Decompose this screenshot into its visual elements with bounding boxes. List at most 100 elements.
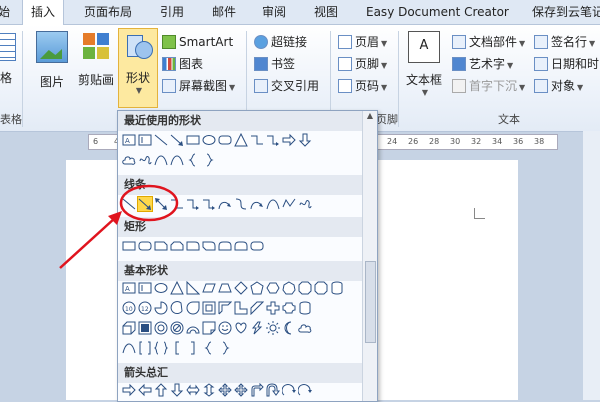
- shape-frame-icon[interactable]: [202, 301, 216, 315]
- shape-can-icon[interactable]: [330, 281, 344, 295]
- shape-quadarrow-icon[interactable]: [234, 383, 248, 397]
- shape-quadarrow-icon[interactable]: [218, 383, 232, 397]
- shape-diamond-icon[interactable]: [234, 281, 248, 295]
- crossref-button[interactable]: 交叉引用: [254, 77, 319, 95]
- shape-rarrow-icon[interactable]: [122, 383, 136, 397]
- shape-trap-icon[interactable]: [218, 281, 232, 295]
- shape-lbracket-icon[interactable]: [170, 341, 184, 355]
- shape-round2-icon[interactable]: [234, 239, 248, 253]
- shape-arrowline-icon[interactable]: [170, 133, 184, 147]
- shape-cross-icon[interactable]: [266, 301, 280, 315]
- shape-nosym-icon[interactable]: [170, 321, 184, 335]
- shape-diag-icon[interactable]: [250, 301, 264, 315]
- shape-heart-icon[interactable]: [234, 321, 248, 335]
- shape-bracel-icon[interactable]: [186, 153, 200, 167]
- pagenum-button[interactable]: 页码 ▼: [338, 77, 387, 95]
- shape-textbox-icon[interactable]: A: [122, 133, 136, 147]
- shape-darrow-icon[interactable]: [170, 383, 184, 397]
- shape-elbow-icon[interactable]: [250, 133, 264, 147]
- shape-arrowline-icon[interactable]: [137, 196, 153, 212]
- shape-fold-icon[interactable]: [202, 321, 216, 335]
- shape-moon-icon[interactable]: [282, 321, 296, 335]
- shape-line-icon[interactable]: [154, 133, 168, 147]
- shape-bracel-icon[interactable]: [202, 341, 216, 355]
- docparts-button[interactable]: 文档部件 ▼: [452, 33, 525, 51]
- shape-rrect-icon[interactable]: [138, 239, 152, 253]
- shape-textbox-icon[interactable]: A: [122, 281, 136, 295]
- shape-scurve-icon[interactable]: [234, 197, 248, 211]
- clipart-button[interactable]: 剪贴画: [76, 31, 116, 87]
- shape-vtext-icon[interactable]: [138, 281, 152, 295]
- shape-num12-icon[interactable]: 12: [138, 301, 152, 315]
- shape-larrow-icon[interactable]: [138, 383, 152, 397]
- shape-round1-icon[interactable]: [186, 239, 200, 253]
- shape-elbowarrow-icon[interactable]: [186, 197, 200, 211]
- shape-num10-icon[interactable]: 10: [122, 301, 136, 315]
- shape-bevel-icon[interactable]: [138, 321, 152, 335]
- shape-scribble-icon[interactable]: [298, 197, 312, 211]
- dropcap-button[interactable]: 首字下沉 ▼: [452, 77, 525, 95]
- shape-curve-icon[interactable]: [170, 153, 184, 167]
- shape-rect-icon[interactable]: [186, 133, 200, 147]
- shape-elbowarrow-icon[interactable]: [266, 133, 280, 147]
- tab-page-layout[interactable]: 页面布局: [84, 0, 132, 24]
- shape-elbow-icon[interactable]: [170, 197, 184, 211]
- shape-rrect-icon[interactable]: [250, 239, 264, 253]
- shape-uarrow-icon[interactable]: [154, 383, 168, 397]
- shape-bracer-icon[interactable]: [202, 153, 216, 167]
- shape-udarrow-icon[interactable]: [202, 383, 216, 397]
- smartart-button[interactable]: SmartArt: [162, 33, 233, 51]
- shape-tri-icon[interactable]: [170, 281, 184, 295]
- shape-cube-icon[interactable]: [122, 321, 136, 335]
- shape-rbracket-icon[interactable]: [186, 341, 200, 355]
- shape-oct-icon[interactable]: [314, 281, 328, 295]
- tab-review[interactable]: 审阅: [262, 0, 286, 24]
- shape-curve-icon[interactable]: [154, 153, 168, 167]
- vertical-scrollbar[interactable]: [583, 131, 600, 400]
- shape-cloud-icon[interactable]: [122, 153, 136, 167]
- tab-view[interactable]: 视图: [314, 0, 338, 24]
- shape-oct-icon[interactable]: [298, 281, 312, 295]
- shape-pent-icon[interactable]: [250, 281, 264, 295]
- shape-oval-icon[interactable]: [154, 281, 168, 295]
- scroll-thumb[interactable]: [365, 261, 376, 343]
- shape-sun-icon[interactable]: [266, 321, 280, 335]
- tab-mailings[interactable]: 邮件: [212, 0, 236, 24]
- shape-rtri-icon[interactable]: [186, 281, 200, 295]
- screenshot-button[interactable]: 屏幕截图 ▼: [162, 77, 235, 95]
- shape-tri-icon[interactable]: [234, 133, 248, 147]
- shape-circarrow-icon[interactable]: [298, 383, 312, 397]
- shape-pie-icon[interactable]: [154, 301, 168, 315]
- wordart-button[interactable]: 艺术字 ▼: [452, 55, 513, 73]
- shape-freeform-icon[interactable]: [282, 197, 296, 211]
- chart-button[interactable]: 图表: [162, 55, 203, 73]
- textbox-button[interactable]: A 文本框 ▼: [402, 31, 446, 97]
- shape-curve-icon[interactable]: [266, 197, 280, 211]
- hyperlink-button[interactable]: 超链接: [254, 33, 307, 51]
- shape-curve-icon[interactable]: [122, 341, 136, 355]
- shapes-button[interactable]: 形状 ▼: [118, 28, 158, 108]
- table-button-label[interactable]: 格: [0, 69, 12, 87]
- shape-curvearrow-icon[interactable]: [250, 197, 264, 211]
- shape-bracketpair-icon[interactable]: [138, 341, 152, 355]
- shape-bracer-icon[interactable]: [218, 341, 232, 355]
- shape-circarrow-icon[interactable]: [282, 383, 296, 397]
- shape-curvearrow-icon[interactable]: [218, 197, 232, 211]
- shape-tear-icon[interactable]: [186, 301, 200, 315]
- shape-para-icon[interactable]: [202, 281, 216, 295]
- shape-donut-icon[interactable]: [154, 321, 168, 335]
- header-button[interactable]: 页眉 ▼: [338, 33, 387, 51]
- shape-line-icon[interactable]: [122, 197, 136, 211]
- scroll-up-icon[interactable]: ▲: [363, 111, 377, 120]
- shape-cloud2-icon[interactable]: [298, 321, 312, 335]
- datetime-button[interactable]: 日期和时间: [534, 55, 600, 73]
- tab-insert[interactable]: 插入: [22, 0, 65, 25]
- shape-lrarrow-icon[interactable]: [186, 383, 200, 397]
- footer-button[interactable]: 页脚 ▼: [338, 55, 387, 73]
- shape-scribble-icon[interactable]: [138, 153, 152, 167]
- tab-references[interactable]: 引用: [160, 0, 184, 24]
- shape-halfframe-icon[interactable]: [218, 301, 232, 315]
- shape-oval-icon[interactable]: [202, 133, 216, 147]
- shape-rarrow-icon[interactable]: [282, 133, 296, 147]
- shape-bracepair-icon[interactable]: [154, 341, 168, 355]
